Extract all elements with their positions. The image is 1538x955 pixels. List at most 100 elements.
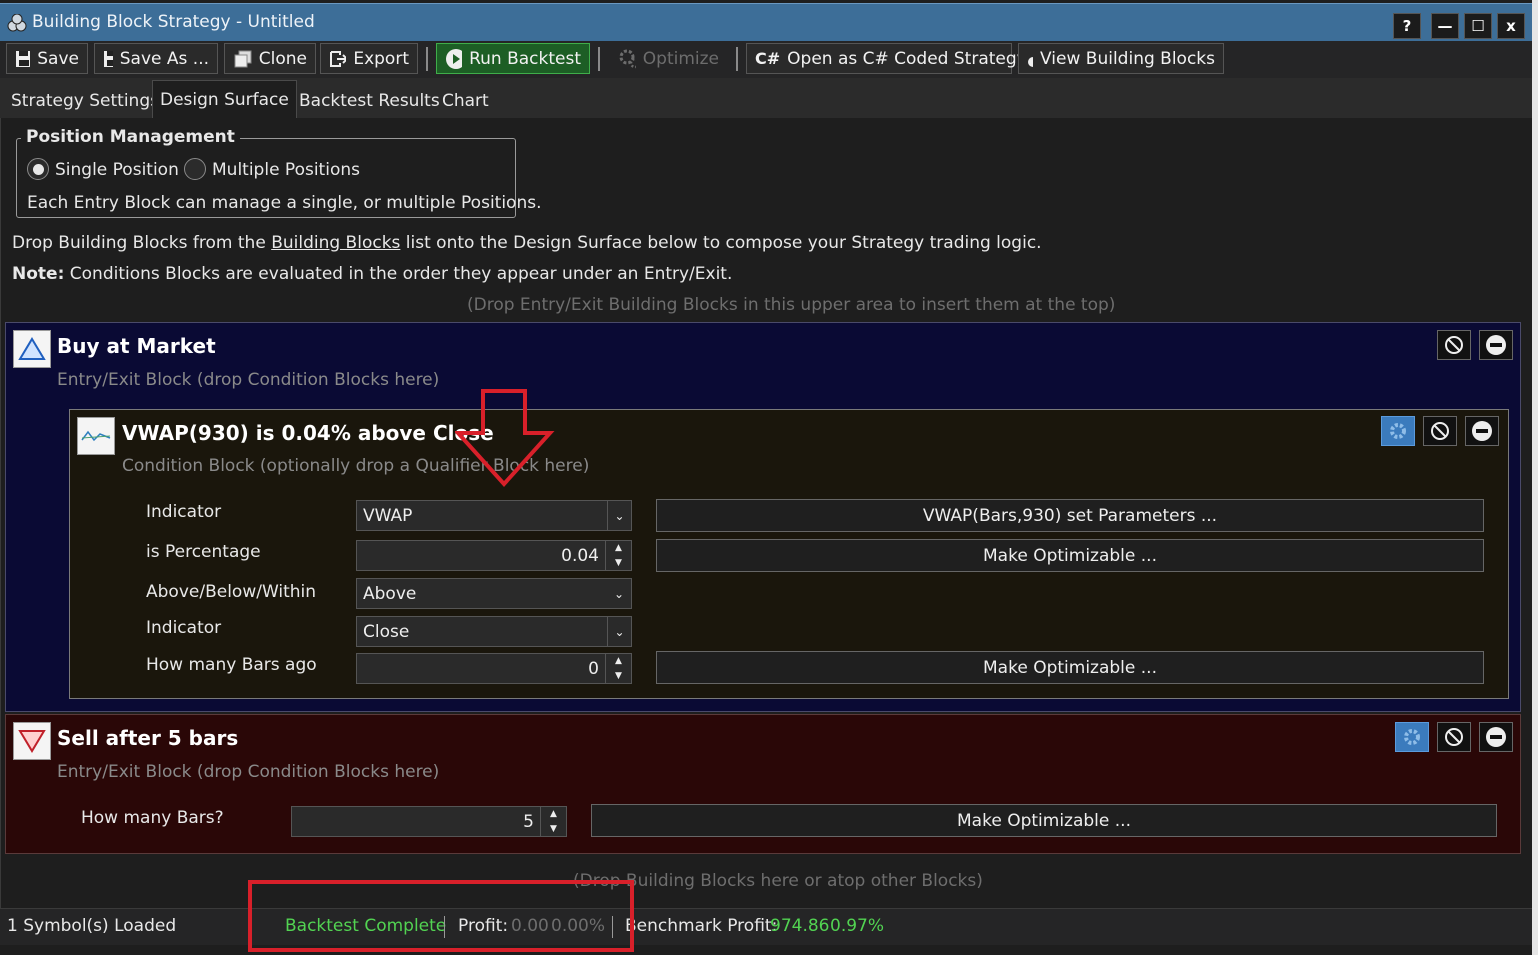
indicator-select[interactable]: VWAP ⌄ [356,500,632,531]
vwap-condition-block[interactable]: VWAP(930) is 0.04% above Close Condition… [69,409,1509,699]
save-as-label: Save As ... [119,48,209,69]
percentage-label: is Percentage [146,542,261,562]
gear-icon [1404,729,1420,745]
optimize-button[interactable]: Optimize [610,43,728,74]
run-backtest-button[interactable]: Run Backtest [436,43,590,74]
help-button[interactable]: ? [1393,13,1421,39]
ban-icon [1445,336,1463,354]
make-optimizable-button[interactable]: Make Optimizable ... [656,651,1484,684]
gears-icon [619,49,636,68]
make-optimizable-button[interactable]: Make Optimizable ... [656,539,1484,572]
maximize-button[interactable]: ☐ [1464,13,1492,39]
view-building-blocks-label: View Building Blocks [1040,48,1215,69]
multiple-positions-label: Multiple Positions [212,160,360,180]
indicator-label: Indicator [146,502,222,522]
instructions-text-a: Drop Building Blocks from the [12,233,272,253]
single-position-label: Single Position [55,160,179,180]
close-button[interactable]: x [1497,13,1525,39]
export-icon [330,50,347,67]
settings-button[interactable] [1395,722,1429,752]
above-below-within-value: Above [363,583,417,604]
status-bar: 1 Symbol(s) Loaded Backtest Complete Pro… [0,908,1532,945]
optimize-label: Optimize [642,48,719,69]
instructions-text-b: list onto the Design Surface below to co… [400,233,1042,253]
remove-block-button[interactable] [1465,416,1499,446]
clone-button[interactable]: Clone [224,43,316,74]
tab-strategy-settings[interactable]: Strategy Settings [4,83,166,118]
minimize-button[interactable]: — [1431,13,1459,39]
spin-down-icon[interactable]: ▼ [606,556,631,571]
spin-up-icon[interactable]: ▲ [606,541,631,556]
sell-block-title: Sell after 5 bars [57,726,239,750]
run-backtest-label: Run Backtest [469,48,581,69]
condition-block-title: VWAP(930) is 0.04% above Close [122,421,494,445]
bars-ago-label: How many Bars ago [146,655,317,675]
how-many-bars-value: 5 [523,811,534,832]
clone-label: Clone [258,48,307,69]
sell-block-subtitle: Entry/Exit Block (drop Condition Blocks … [57,762,440,782]
spin-down-icon[interactable]: ▼ [541,822,566,837]
export-label: Export [353,48,409,69]
toolbar-separator [598,47,600,71]
indicator-value: VWAP [363,505,413,526]
save-button[interactable]: Save [6,43,88,74]
title-bar: Building Block Strategy - Untitled ? — ☐… [0,3,1532,41]
open-csharp-button[interactable]: C# Open as C# Coded Strategy [746,43,1027,74]
save-as-icon [104,50,113,67]
percentage-stepper[interactable]: 0.04 ▲ ▼ [356,540,632,571]
ban-icon [1445,728,1463,746]
sell-triangle-icon [13,722,51,760]
multiple-positions-radio[interactable] [184,158,206,180]
note-line: Note: Conditions Blocks are evaluated in… [12,264,732,284]
symbols-loaded-status: 1 Symbol(s) Loaded [7,916,177,936]
buy-triangle-icon [13,330,51,368]
save-icon [16,50,31,67]
how-many-bars-stepper[interactable]: 5 ▲ ▼ [291,806,567,837]
minus-circle-icon [1472,421,1492,441]
spin-up-icon[interactable]: ▲ [541,807,566,822]
indicator2-label: Indicator [146,618,222,638]
disable-block-button[interactable] [1423,416,1457,446]
window-title: Building Block Strategy - Untitled [32,12,315,32]
annotation-highlight-box [248,880,634,952]
make-optimizable-button[interactable]: Make Optimizable ... [591,804,1497,837]
remove-block-button[interactable] [1479,330,1513,360]
remove-block-button[interactable] [1479,722,1513,752]
disable-block-button[interactable] [1437,722,1471,752]
note-label: Note: [12,264,65,284]
spin-up-icon[interactable]: ▲ [606,654,631,669]
building-blocks-link[interactable]: Building Blocks [271,233,400,253]
chevron-down-icon: ⌄ [613,586,625,601]
above-below-within-select[interactable]: Above ⌄ [356,578,632,609]
benchmark-profit-percent: 0.97% [830,916,885,936]
position-management-group: Position Management Single Position Mult… [16,127,542,218]
save-label: Save [37,48,79,69]
indicator2-value: Close [363,621,410,642]
toolbar-separator [426,47,428,71]
minus-circle-icon [1486,335,1506,355]
bars-ago-stepper[interactable]: 0 ▲ ▼ [356,653,632,684]
open-csharp-label: Open as C# Coded Strategy [787,48,1027,69]
settings-button[interactable] [1381,416,1415,446]
disable-block-button[interactable] [1437,330,1471,360]
set-parameters-button[interactable]: VWAP(Bars,930) set Parameters ... [656,499,1484,532]
tab-design-surface[interactable]: Design Surface [152,80,297,118]
ban-icon [1431,422,1449,440]
indicator2-select[interactable]: Close ⌄ [356,616,632,647]
chevron-down-icon: ⌄ [607,617,631,646]
building-blocks-icon [1028,52,1034,67]
indicator-line-icon [77,417,115,455]
save-as-button[interactable]: Save As ... [94,43,218,74]
single-position-radio[interactable] [27,158,49,180]
instructions-line: Drop Building Blocks from the Building B… [12,233,1042,253]
tab-chart[interactable]: Chart [435,83,496,118]
export-button[interactable]: Export [320,43,418,74]
toolbar: Save Save As ... Clone Export Run Backte… [0,41,1532,78]
tab-backtest-results[interactable]: Backtest Results [292,83,447,118]
view-building-blocks-button[interactable]: View Building Blocks [1018,43,1224,74]
buy-block-subtitle: Entry/Exit Block (drop Condition Blocks … [57,370,440,390]
gear-icon [1390,423,1406,439]
sell-after-bars-block[interactable]: Sell after 5 bars Entry/Exit Block (drop… [5,714,1521,854]
toolbar-separator [736,47,738,71]
spin-down-icon[interactable]: ▼ [606,669,631,684]
